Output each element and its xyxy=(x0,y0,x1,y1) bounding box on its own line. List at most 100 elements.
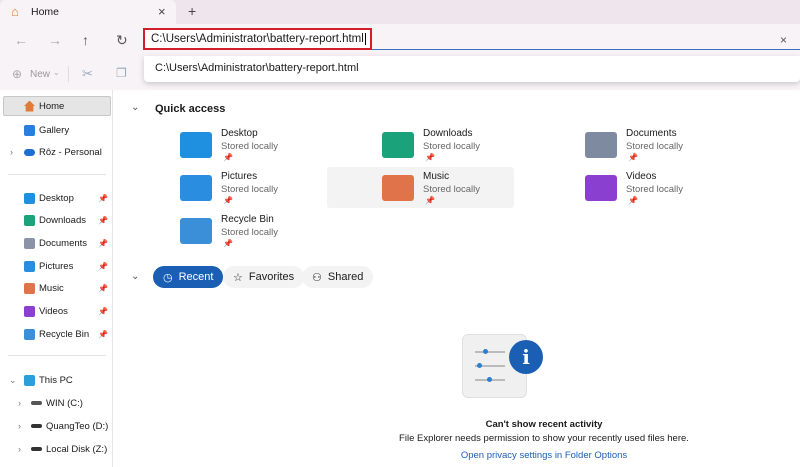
tab-label: Favorites xyxy=(248,271,295,283)
computer-icon xyxy=(24,374,35,386)
sidebar-item-downloads[interactable]: Downloads 📌 xyxy=(0,211,113,231)
sidebar-item-this-pc[interactable]: ⌄ This PC xyxy=(0,370,113,390)
address-input[interactable]: C:\Users\Administrator\battery-report.ht… xyxy=(143,28,372,50)
sidebar-label: Rôz - Personal xyxy=(39,146,102,158)
quick-access-item[interactable]: Desktop Stored locally 📌 xyxy=(180,128,366,168)
folder-icon xyxy=(382,132,414,158)
drive-icon xyxy=(31,401,42,405)
refresh-button[interactable]: ↻ xyxy=(116,32,128,49)
sidebar-item-documents[interactable]: Documents 📌 xyxy=(0,233,113,253)
home-icon: ⌂ xyxy=(11,4,19,19)
sidebar-label: Desktop xyxy=(39,192,74,204)
sidebar-label: Videos xyxy=(39,306,68,317)
info-icon: i xyxy=(509,340,543,374)
sidebar-label: Recycle Bin xyxy=(39,328,90,340)
tab-shared[interactable]: ⚇ Shared xyxy=(302,266,374,288)
sidebar-label: This PC xyxy=(39,374,73,386)
pin-icon[interactable]: 📌 xyxy=(98,262,108,271)
people-icon: ⚇ xyxy=(312,271,322,284)
quick-access-item[interactable]: Videos Stored locally 📌 xyxy=(585,171,771,211)
star-icon: ☆ xyxy=(233,271,243,284)
item-name: Desktop xyxy=(221,128,258,139)
copy-icon[interactable]: ❐ xyxy=(116,66,127,80)
divider xyxy=(8,174,106,175)
sidebar-label: Documents xyxy=(39,237,88,249)
chevron-right-icon[interactable]: › xyxy=(10,147,13,157)
cloud-icon xyxy=(24,148,35,156)
collapse-recent-icon[interactable]: ⌄ xyxy=(131,271,139,282)
new-button[interactable]: New xyxy=(30,69,50,80)
downloads-icon xyxy=(24,215,35,227)
sidebar-label: Music xyxy=(39,283,64,295)
quick-access-item[interactable]: Music Stored locally 📌 xyxy=(382,171,568,211)
pin-icon: 📌 xyxy=(223,196,233,205)
privacy-settings-link[interactable]: Open privacy settings in Folder Options xyxy=(400,450,688,461)
videos-icon xyxy=(24,306,35,317)
pin-icon: 📌 xyxy=(628,153,638,162)
quick-access-item[interactable]: Documents Stored locally 📌 xyxy=(585,128,771,168)
tab-home[interactable]: ⌂ Home × xyxy=(0,0,176,24)
item-name: Documents xyxy=(626,128,677,139)
collapse-quick-access-icon[interactable]: ⌄ xyxy=(131,102,139,113)
quick-access-item[interactable]: Downloads Stored locally 📌 xyxy=(382,128,568,168)
pin-icon[interactable]: 📌 xyxy=(98,194,108,203)
pin-icon[interactable]: 📌 xyxy=(98,330,108,339)
pin-icon[interactable]: 📌 xyxy=(98,239,108,248)
pin-icon: 📌 xyxy=(425,153,435,162)
back-button[interactable]: ← xyxy=(14,32,28,48)
sidebar-item-drive-d[interactable]: › QuangTeo (D:) xyxy=(0,416,113,436)
sidebar-item-pictures[interactable]: Pictures 📌 xyxy=(0,256,113,276)
suggestion-item[interactable]: C:\Users\Administrator\battery-report.ht… xyxy=(155,62,359,74)
item-status: Stored locally xyxy=(626,184,684,195)
item-name: Downloads xyxy=(423,128,473,139)
address-value: C:\Users\Administrator\battery-report.ht… xyxy=(151,33,364,45)
tab-label: Shared xyxy=(327,271,364,283)
pin-icon[interactable]: 📌 xyxy=(98,307,108,316)
clear-address-button[interactable]: × xyxy=(780,33,787,47)
sidebar-item-desktop[interactable]: Desktop 📌 xyxy=(0,188,113,208)
quick-access-item[interactable]: Recycle Bin Stored locally 📌 xyxy=(180,214,366,254)
up-button[interactable]: ↑ xyxy=(82,32,89,48)
sidebar-item-music[interactable]: Music 📌 xyxy=(0,279,113,299)
item-status: Stored locally xyxy=(221,227,279,238)
divider xyxy=(68,66,69,82)
pin-icon[interactable]: 📌 xyxy=(98,216,108,225)
pin-icon: 📌 xyxy=(425,196,435,205)
sidebar-item-videos[interactable]: Videos 📌 xyxy=(0,302,113,322)
sidebar-label: Gallery xyxy=(39,124,70,136)
desktop-icon xyxy=(24,192,35,204)
item-name: Music xyxy=(423,171,450,182)
folder-icon xyxy=(180,175,212,201)
sidebar-item-recycle-bin[interactable]: Recycle Bin 📌 xyxy=(0,324,113,344)
item-status: Stored locally xyxy=(626,141,684,152)
sidebar-label: Downloads xyxy=(39,215,86,227)
pin-icon[interactable]: 📌 xyxy=(98,284,108,293)
sidebar-item-home[interactable]: Home xyxy=(3,96,111,116)
pin-icon: 📌 xyxy=(223,239,233,248)
tab-favorites[interactable]: ☆ Favorites xyxy=(223,266,305,288)
tab-close-button[interactable]: × xyxy=(158,4,166,19)
chevron-down-icon[interactable]: ⌄ xyxy=(9,375,17,386)
gallery-icon xyxy=(24,124,35,136)
cut-icon[interactable]: ✂ xyxy=(82,66,93,82)
clock-icon: ◷ xyxy=(163,271,173,284)
new-tab-button[interactable]: + xyxy=(188,3,196,19)
sidebar-item-onedrive[interactable]: › Rôz - Personal xyxy=(0,142,113,162)
tab-title: Home xyxy=(31,6,60,18)
empty-state-message: File Explorer needs permission to show y… xyxy=(399,433,689,444)
sidebar-item-gallery[interactable]: Gallery xyxy=(0,120,113,140)
section-title: Quick access xyxy=(155,103,226,115)
forward-button[interactable]: → xyxy=(48,32,62,48)
sidebar-item-drive-z[interactable]: › Local Disk (Z:) xyxy=(0,439,113,459)
plus-circle-icon: ⊕ xyxy=(12,67,23,81)
item-name: Pictures xyxy=(221,171,258,182)
item-name: Recycle Bin xyxy=(221,214,274,225)
folder-icon xyxy=(585,132,617,158)
documents-icon xyxy=(24,237,35,249)
tab-recent[interactable]: ◷ Recent xyxy=(153,266,224,288)
music-icon xyxy=(24,283,35,295)
address-underline xyxy=(372,49,800,50)
sidebar-item-drive-c[interactable]: › WIN (C:) xyxy=(0,393,113,413)
quick-access-item[interactable]: Pictures Stored locally 📌 xyxy=(180,171,366,211)
item-status: Stored locally xyxy=(221,141,279,152)
